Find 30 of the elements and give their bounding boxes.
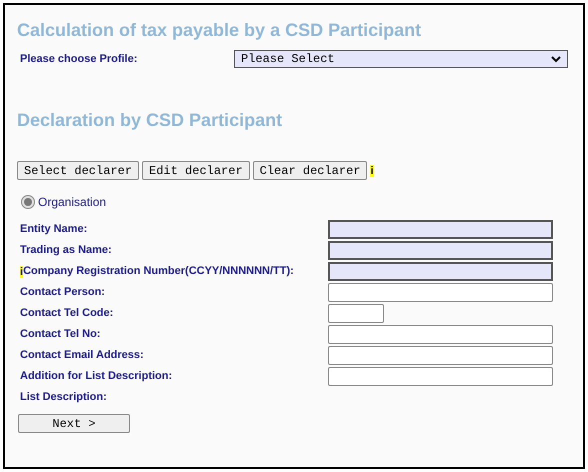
input-field[interactable] xyxy=(328,283,553,302)
input-field[interactable] xyxy=(328,262,553,281)
field-label: Company Registration Number(CCYY/NNNNNN/TT): xyxy=(23,264,294,280)
info-mark[interactable]: i xyxy=(370,164,374,176)
declarer-button[interactable]: Clear declarer xyxy=(252,161,368,180)
field-label: Contact Person: xyxy=(20,285,105,300)
input-field[interactable] xyxy=(328,241,553,260)
info-mark[interactable]: i xyxy=(20,266,24,278)
section-title: Declaration by CSD Participant xyxy=(17,109,284,131)
field-label: Contact Tel Code: xyxy=(20,306,114,322)
field-label: Please choose Profile: xyxy=(20,52,138,67)
radio-label: Organisation xyxy=(38,194,106,211)
field-label: Addition for List Description: xyxy=(20,369,172,384)
input-field[interactable] xyxy=(328,304,384,323)
input-field[interactable] xyxy=(328,220,553,239)
input-field[interactable] xyxy=(328,367,553,386)
input-field[interactable] xyxy=(328,325,553,344)
field-label: Entity Name: xyxy=(20,222,88,238)
page-title: Calculation of tax payable by a CSD Participant xyxy=(17,19,422,41)
profile-dropdown[interactable]: Please Select xyxy=(234,50,568,68)
field-label: Contact Tel No: xyxy=(20,327,100,342)
field-label: List Description: xyxy=(20,390,107,406)
radio-button[interactable] xyxy=(21,195,35,209)
field-label: Trading as Name: xyxy=(20,243,112,258)
field-label: Contact Email Address: xyxy=(20,348,144,364)
declarer-button[interactable]: Edit declarer xyxy=(142,161,250,180)
declarer-button[interactable]: Select declarer xyxy=(17,161,140,180)
next-button[interactable]: Next > xyxy=(18,414,130,433)
chevron-down-icon xyxy=(551,56,561,62)
input-field[interactable] xyxy=(328,346,553,365)
